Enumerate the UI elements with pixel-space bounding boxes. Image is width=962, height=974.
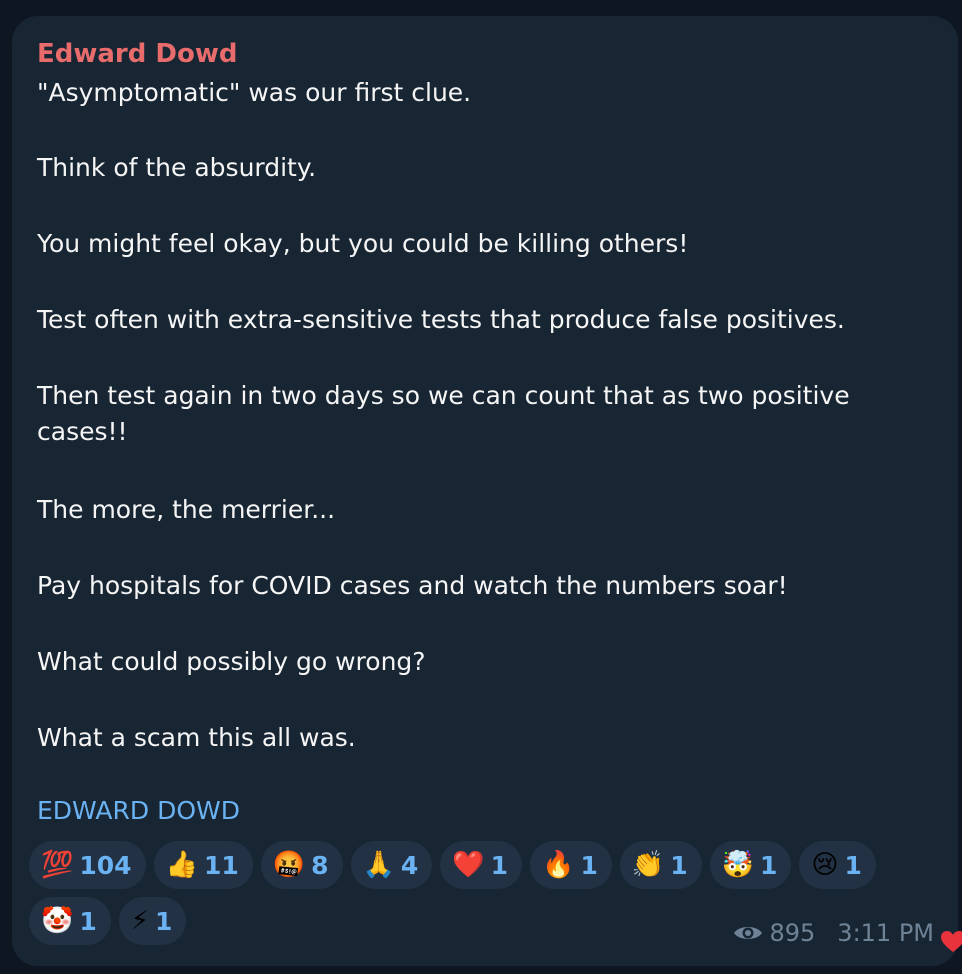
reaction-count: 1 bbox=[844, 850, 862, 880]
signature-link[interactable]: EDWARD DOWD bbox=[37, 796, 240, 825]
heart-reaction-icon[interactable] bbox=[940, 930, 962, 954]
reaction-chip-heart[interactable]: ❤️ 1 bbox=[440, 841, 523, 889]
message-paragraph: The more, the merrier... bbox=[37, 495, 336, 524]
cursing-face-icon: 🤬 bbox=[272, 850, 306, 880]
crying-face-icon: 😢 bbox=[811, 850, 839, 880]
reaction-count: 104 bbox=[79, 850, 132, 880]
reaction-count: 1 bbox=[79, 906, 97, 936]
reaction-count: 4 bbox=[400, 850, 419, 880]
message-time: 3:11 PM bbox=[837, 919, 934, 947]
message-paragraph: What could possibly go wrong? bbox=[37, 647, 426, 676]
reaction-chip-exploding-head[interactable]: 🤯 1 bbox=[709, 841, 792, 889]
reaction-count: 1 bbox=[670, 850, 688, 880]
reaction-count: 8 bbox=[311, 850, 329, 880]
reaction-chip-crying[interactable]: 😢 1 bbox=[799, 841, 876, 889]
reaction-count: 1 bbox=[760, 850, 778, 880]
reaction-chip-cursing[interactable]: 🤬 8 bbox=[260, 841, 343, 889]
hundred-points-icon: 💯 bbox=[41, 850, 74, 880]
message-paragraph: You might feel okay, but you could be ki… bbox=[37, 229, 689, 258]
eye-icon bbox=[734, 927, 763, 939]
message-paragraph: "Asymptomatic" was our first clue. bbox=[37, 78, 472, 107]
message-bubble[interactable]: Edward Dowd "Asymptomatic" was our first… bbox=[12, 16, 958, 966]
message-paragraph: Test often with extra-sensitive tests th… bbox=[37, 305, 845, 334]
view-count: 895 bbox=[769, 919, 816, 947]
reaction-chip-praying[interactable]: 🙏 4 bbox=[350, 841, 433, 889]
sender-name[interactable]: Edward Dowd bbox=[37, 39, 238, 69]
message-paragraph: Pay hospitals for COVID cases and watch … bbox=[37, 571, 788, 600]
reaction-chip-fire[interactable]: 🔥 1 bbox=[530, 841, 612, 889]
reaction-chip-clapping[interactable]: 👏 1 bbox=[619, 841, 702, 889]
clown-face-icon: 🤡 bbox=[41, 906, 74, 936]
reaction-count: 1 bbox=[580, 850, 598, 880]
red-heart-icon: ❤️ bbox=[452, 850, 485, 880]
reaction-count: 11 bbox=[203, 850, 239, 880]
reaction-chip-clown[interactable]: 🤡 1 bbox=[29, 897, 111, 945]
reaction-count: 1 bbox=[490, 850, 509, 880]
message-paragraph: Then test again in two days so we can co… bbox=[37, 381, 850, 446]
clapping-hands-icon: 👏 bbox=[631, 850, 665, 880]
message-paragraph: Think of the absurdity. bbox=[37, 153, 317, 182]
reaction-chip-lightning[interactable]: ⚡ 1 bbox=[118, 897, 187, 945]
thumbs-up-icon: 👍 bbox=[165, 850, 198, 880]
lightning-icon: ⚡ bbox=[130, 906, 150, 936]
fire-icon: 🔥 bbox=[542, 850, 575, 880]
message-meta: 895 3:11 PM bbox=[733, 919, 934, 947]
message-paragraph: What a scam this all was. bbox=[37, 723, 356, 752]
reaction-chip-hundred[interactable]: 💯 104 bbox=[29, 841, 146, 889]
exploding-head-icon: 🤯 bbox=[721, 850, 755, 880]
reaction-count: 1 bbox=[155, 906, 173, 936]
praying-hands-icon: 🙏 bbox=[362, 850, 395, 880]
reaction-chip-thumbs-up[interactable]: 👍 11 bbox=[153, 841, 253, 889]
